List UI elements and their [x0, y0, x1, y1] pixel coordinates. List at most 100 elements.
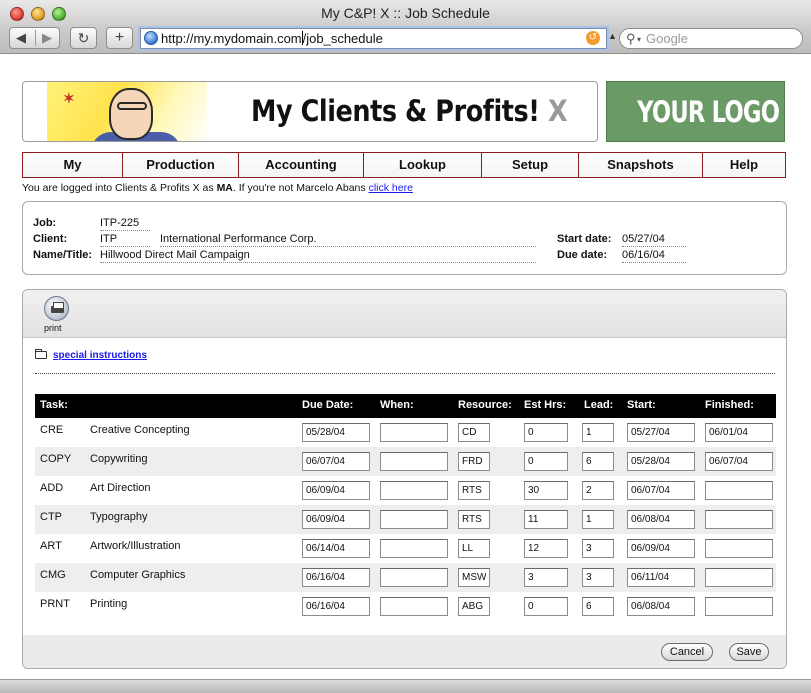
menu-item-setup[interactable]: Setup [482, 153, 579, 177]
schedule-panel: print special instructions Task: Due Dat… [22, 289, 787, 669]
header-due-date: Due Date: [302, 399, 354, 411]
task-description: Printing [90, 598, 128, 610]
start-input[interactable] [627, 597, 695, 616]
est-hrs-input[interactable] [524, 510, 568, 529]
resource-input[interactable] [458, 481, 490, 500]
task-code: ART [40, 540, 62, 552]
search-engine-dropdown-icon[interactable]: ▾ [637, 30, 641, 49]
job-number: ITP-225 [100, 217, 150, 231]
lead-input[interactable] [582, 481, 614, 500]
when-input[interactable] [380, 481, 448, 500]
start-input[interactable] [627, 510, 695, 529]
table-row: ART Artwork/Illustration [35, 534, 776, 563]
special-instructions-link[interactable]: special instructions [53, 350, 147, 361]
cancel-button[interactable]: Cancel [661, 643, 713, 661]
save-button[interactable]: Save [729, 643, 769, 661]
client-name: International Performance Corp. [160, 233, 536, 247]
reload-button[interactable]: ↻ [70, 27, 97, 49]
start-input[interactable] [627, 452, 695, 471]
add-bookmark-button[interactable]: + [106, 27, 133, 49]
search-input[interactable]: ⚲ ▾ Google [619, 28, 803, 49]
printer-icon[interactable] [44, 296, 69, 321]
start-input[interactable] [627, 423, 695, 442]
name-title-label: Name/Title: [33, 249, 93, 261]
task-code: CRE [40, 424, 64, 436]
menu-item-lookup[interactable]: Lookup [364, 153, 482, 177]
resource-input[interactable] [458, 423, 490, 442]
menu-item-accounting[interactable]: Accounting [239, 153, 364, 177]
lead-input[interactable] [582, 452, 614, 471]
menu-item-production[interactable]: Production [123, 153, 239, 177]
lead-input[interactable] [582, 568, 614, 587]
banner: ✶ My Clients & Profits! X [22, 81, 598, 142]
resource-input[interactable] [458, 510, 490, 529]
due-date-input[interactable] [302, 510, 370, 529]
task-description: Typography [90, 511, 148, 523]
lead-input[interactable] [582, 423, 614, 442]
resource-input[interactable] [458, 452, 490, 471]
snapback-icon[interactable]: ↺ [586, 31, 600, 45]
start-input[interactable] [627, 539, 695, 558]
due-date-input[interactable] [302, 481, 370, 500]
est-hrs-input[interactable] [524, 481, 568, 500]
url-dropdown-icon[interactable]: ▲ [608, 31, 617, 41]
lead-input[interactable] [582, 539, 614, 558]
est-hrs-input[interactable] [524, 423, 568, 442]
back-button[interactable]: ◀ [16, 28, 26, 48]
due-date-input[interactable] [302, 452, 370, 471]
start-input[interactable] [627, 481, 695, 500]
special-instructions: special instructions [35, 349, 147, 361]
when-input[interactable] [380, 539, 448, 558]
finished-input[interactable] [705, 568, 773, 587]
table-row: CRE Creative Concepting [35, 418, 776, 447]
est-hrs-input[interactable] [524, 568, 568, 587]
header-when: When: [380, 399, 414, 411]
header-finished: Finished: [705, 399, 754, 411]
when-input[interactable] [380, 452, 448, 471]
toolbar: print [23, 290, 786, 338]
due-date-input[interactable] [302, 539, 370, 558]
logo-text: YOUR LOGO HERE [637, 95, 784, 129]
when-input[interactable] [380, 597, 448, 616]
caricature-face [109, 88, 153, 140]
finished-input[interactable] [705, 452, 773, 471]
start-date-label: Start date: [557, 233, 612, 245]
start-date-value: 05/27/04 [622, 233, 686, 247]
menu-item-help[interactable]: Help [703, 153, 785, 177]
due-date-input[interactable] [302, 597, 370, 616]
header-task: Task: [40, 399, 68, 411]
when-input[interactable] [380, 510, 448, 529]
when-input[interactable] [380, 423, 448, 442]
finished-input[interactable] [705, 481, 773, 500]
resource-input[interactable] [458, 568, 490, 587]
main-menu: My Production Accounting Lookup Setup Sn… [22, 152, 786, 178]
menu-item-snapshots[interactable]: Snapshots [579, 153, 703, 177]
login-user: MA [216, 182, 233, 194]
start-input[interactable] [627, 568, 695, 587]
finished-input[interactable] [705, 423, 773, 442]
print-label[interactable]: print [44, 323, 62, 333]
resource-input[interactable] [458, 539, 490, 558]
est-hrs-input[interactable] [524, 539, 568, 558]
menu-item-my[interactable]: My [23, 153, 123, 177]
est-hrs-input[interactable] [524, 597, 568, 616]
lead-input[interactable] [582, 510, 614, 529]
when-input[interactable] [380, 568, 448, 587]
click-here-link[interactable]: click here [369, 182, 413, 194]
address-bar[interactable]: http://my.mydomain.com/job_schedule ↺ [140, 28, 607, 49]
finished-input[interactable] [705, 510, 773, 529]
due-date-input[interactable] [302, 568, 370, 587]
finished-input[interactable] [705, 539, 773, 558]
login-middle: . If you're not Marcelo Abans [232, 182, 366, 194]
est-hrs-input[interactable] [524, 452, 568, 471]
header-start: Start: [627, 399, 656, 411]
due-date-input[interactable] [302, 423, 370, 442]
task-description: Art Direction [90, 482, 151, 494]
globe-icon [144, 31, 158, 45]
resource-input[interactable] [458, 597, 490, 616]
finished-input[interactable] [705, 597, 773, 616]
task-description: Copywriting [90, 453, 148, 465]
url-host: http://my.mydomain.com [161, 31, 302, 46]
forward-button[interactable]: ▶ [42, 28, 52, 48]
lead-input[interactable] [582, 597, 614, 616]
